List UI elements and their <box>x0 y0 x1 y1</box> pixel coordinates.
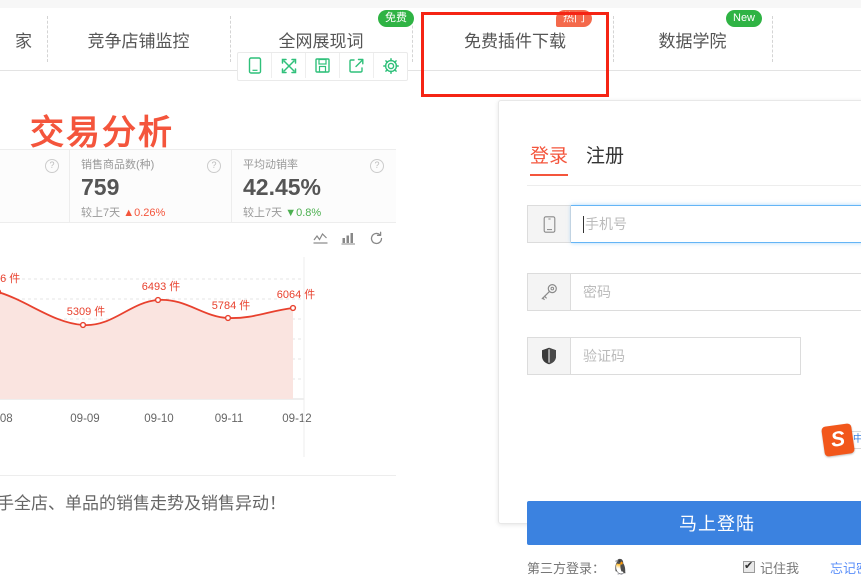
chart-point <box>81 323 86 328</box>
chart-point <box>156 298 161 303</box>
login-panel: 登录 注册 手机号 密码 <box>498 100 861 524</box>
help-icon[interactable]: ? <box>370 159 384 173</box>
panel-footer-text: 对手全店、单品的销售走势及销售异动！ <box>0 489 286 514</box>
remember-me-checkbox[interactable]: 记住我 <box>743 558 799 577</box>
nav-item-label: 免费插件下载 <box>464 27 566 52</box>
sogou-logo-icon[interactable]: S <box>821 423 855 457</box>
phone-field[interactable]: 手机号 <box>527 205 861 243</box>
captcha-field[interactable]: 验证码 <box>527 337 801 375</box>
login-submit-button[interactable]: 马上登陆 <box>527 501 861 545</box>
metric-label: 平均动销率 <box>243 158 384 172</box>
metric-delta-down: ▼0.8% <box>285 207 321 219</box>
tab-login[interactable]: 登录 <box>530 141 568 176</box>
nav-icon-toolbar <box>237 52 408 81</box>
nav-item-competitor-monitor[interactable]: 竞争店铺监控 <box>47 8 230 70</box>
chart-x-tick: 09-10 <box>144 413 173 425</box>
help-icon[interactable]: ? <box>45 159 59 173</box>
chart-data-label: 7106 件 <box>0 272 20 285</box>
panel-divider <box>0 475 396 476</box>
metric-delta-up: ▲0.26% <box>123 207 165 219</box>
metric-sub: 较上7天 ▼0.8% <box>243 204 384 220</box>
metric-value: 759 <box>81 173 221 201</box>
metric-sub: ▲5.2% <box>0 204 59 216</box>
metric-sub-prefix: 较上7天 <box>243 207 282 219</box>
chart-point <box>291 306 296 311</box>
login-footer: 第三方登录： 🐧 记住我 忘记密码 <box>527 557 861 577</box>
password-input[interactable]: 密码 <box>571 273 861 311</box>
nav-item-label: 数据学院 <box>659 27 727 52</box>
login-tab-bar: 登录 注册 <box>530 141 624 176</box>
mobile-icon[interactable] <box>238 53 272 78</box>
bar-chart-icon[interactable] <box>341 231 356 246</box>
qq-icon[interactable]: 🐧 <box>611 560 630 575</box>
save-icon[interactable] <box>306 53 340 78</box>
metric-card-row: 售额(元) 7.25万 ▲5.2% ? 销售商品数(种) 759 较上7天 ▲0… <box>0 149 396 223</box>
chart-data-label: 5309 件 <box>67 305 106 318</box>
metric-sub: 较上7天 ▲0.26% <box>81 204 221 220</box>
password-placeholder: 密码 <box>583 282 611 302</box>
metric-value: 7.25万 <box>0 173 59 201</box>
trade-analysis-panel: 交易分析 售额(元) 7.25万 ▲5.2% ? 销售商品数(种) 759 较上… <box>0 71 396 529</box>
captcha-input[interactable]: 验证码 <box>571 337 801 375</box>
metric-label: 销售商品数(种) <box>81 158 221 172</box>
page-title: 交易分析 <box>30 105 174 154</box>
chart-canvas: 7106 件 5309 件 6493 件 5784 件 6064 件 09-08… <box>0 257 396 457</box>
metric-value: 42.45% <box>243 173 384 201</box>
chart-toolbar <box>313 231 384 246</box>
sales-trend-chart: 7106 件 5309 件 6493 件 5784 件 6064 件 09-08… <box>0 257 396 457</box>
phone-input[interactable]: 手机号 <box>571 205 861 243</box>
chart-point <box>226 316 231 321</box>
sogou-ime-indicator[interactable]: 中 S <box>823 425 861 459</box>
chart-x-tick: 09-12 <box>282 413 311 425</box>
metric-card-avg-sell-through: 平均动销率 42.45% 较上7天 ▼0.8% ? <box>232 150 394 222</box>
third-party-login: 第三方登录： 🐧 <box>527 558 630 577</box>
help-icon[interactable]: ? <box>207 159 221 173</box>
remember-me-label: 记住我 <box>760 558 799 577</box>
share-icon[interactable] <box>340 53 374 78</box>
metric-card-sales-amount: 售额(元) 7.25万 ▲5.2% ? <box>0 150 70 222</box>
chart-data-label: 6064 件 <box>277 288 316 301</box>
chart-data-label: 6493 件 <box>142 280 181 293</box>
nav-badge-hot: 热门 <box>556 10 592 27</box>
captcha-placeholder: 验证码 <box>583 346 625 366</box>
phone-placeholder: 手机号 <box>585 214 627 234</box>
tab-underline <box>527 185 861 186</box>
metric-card-product-count: 销售商品数(种) 759 较上7天 ▲0.26% ? <box>70 150 232 222</box>
chart-data-label: 5784 件 <box>212 299 251 312</box>
line-chart-icon[interactable] <box>313 231 328 246</box>
key-icon <box>527 273 571 311</box>
chart-x-tick: 09-09 <box>70 413 99 425</box>
password-field[interactable]: 密码 <box>527 273 861 311</box>
top-navigation: 家 竞争店铺监控 全网展现词 免费插件下载 数据学院 免费 热门 New <box>0 8 861 71</box>
shield-icon <box>527 337 571 375</box>
refresh-icon[interactable] <box>369 231 384 246</box>
nav-badge-new: New <box>726 10 762 27</box>
nav-badge-free: 免费 <box>378 10 414 27</box>
chart-x-tick: 09-08 <box>0 413 13 425</box>
text-caret <box>583 216 584 233</box>
expand-icon[interactable] <box>272 53 306 78</box>
tab-register[interactable]: 注册 <box>586 141 624 176</box>
forgot-password-link[interactable]: 忘记密码 <box>830 558 861 577</box>
chart-x-tick: 09-11 <box>215 413 244 425</box>
nav-item-label: 全网展现词 <box>279 27 364 52</box>
metric-sub-prefix: 较上7天 <box>81 207 120 219</box>
nav-item-label: 竞争店铺监控 <box>88 27 190 52</box>
mobile-icon <box>527 205 571 243</box>
nav-item-home[interactable]: 家 <box>0 8 47 70</box>
gear-icon[interactable] <box>374 53 407 78</box>
nav-item-label: 家 <box>15 27 32 52</box>
nav-separator <box>772 16 773 62</box>
third-party-label: 第三方登录： <box>527 558 605 577</box>
checkbox-box <box>743 561 755 573</box>
